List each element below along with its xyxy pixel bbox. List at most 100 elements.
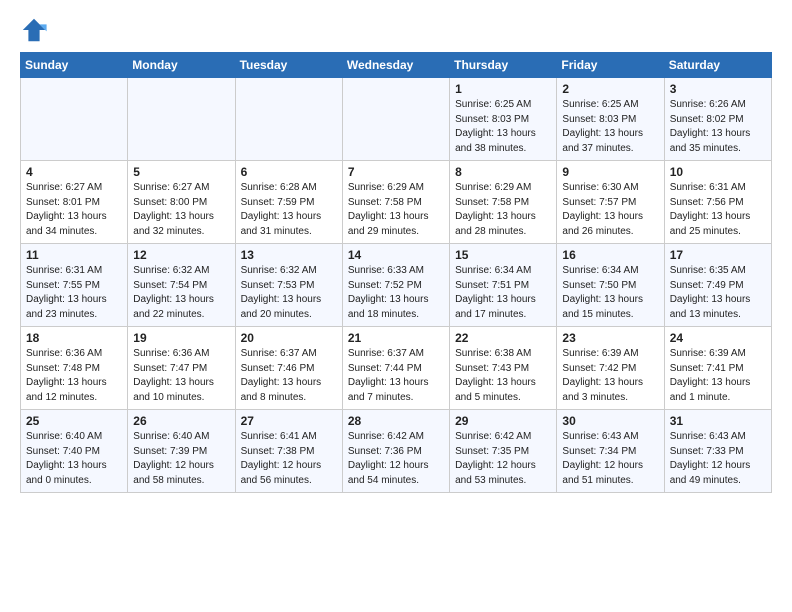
column-header-friday: Friday (557, 53, 664, 78)
day-number: 30 (562, 414, 658, 428)
day-info: Sunrise: 6:29 AM Sunset: 7:58 PM Dayligh… (455, 181, 551, 239)
calendar-cell: 27 Sunrise: 6:41 AM Sunset: 7:38 PM Dayli… (235, 410, 342, 493)
day-number: 11 (26, 248, 122, 262)
calendar-week-row: 11 Sunrise: 6:31 AM Sunset: 7:55 PM Dayli… (21, 244, 772, 327)
calendar-cell: 19 Sunrise: 6:36 AM Sunset: 7:47 PM Dayli… (128, 327, 235, 410)
calendar-cell: 29Sunrise: 6:42 AM Sunset: 7:35 PM Dayli… (450, 410, 557, 493)
day-info: Sunrise: 6:32 AM Sunset: 7:54 PM Dayligh… (133, 264, 229, 322)
calendar-week-row: 18Sunrise: 6:36 AM Sunset: 7:48 PM Dayli… (21, 327, 772, 410)
day-info: Sunrise: 6:39 AM Sunset: 7:41 PM Dayligh… (670, 347, 766, 405)
calendar-cell: 26 Sunrise: 6:40 AM Sunset: 7:39 PM Dayli… (128, 410, 235, 493)
day-info: Sunrise: 6:40 AM Sunset: 7:40 PM Dayligh… (26, 430, 122, 488)
day-info: Sunrise: 6:30 AM Sunset: 7:57 PM Dayligh… (562, 181, 658, 239)
day-number: 8 (455, 165, 551, 179)
day-info: Sunrise: 6:40 AM Sunset: 7:39 PM Dayligh… (133, 430, 229, 488)
column-header-monday: Monday (128, 53, 235, 78)
calendar-cell (128, 78, 235, 161)
calendar-cell: 9 Sunrise: 6:30 AM Sunset: 7:57 PM Daylig… (557, 161, 664, 244)
column-header-tuesday: Tuesday (235, 53, 342, 78)
day-info: Sunrise: 6:41 AM Sunset: 7:38 PM Dayligh… (241, 430, 337, 488)
day-number: 14 (348, 248, 444, 262)
day-number: 25 (26, 414, 122, 428)
calendar-cell: 24 Sunrise: 6:39 AM Sunset: 7:41 PM Dayli… (664, 327, 771, 410)
calendar-week-row: 1 Sunrise: 6:25 AM Sunset: 8:03 PM Daylig… (21, 78, 772, 161)
day-number: 16 (562, 248, 658, 262)
day-number: 22 (455, 331, 551, 345)
logo (20, 16, 52, 44)
day-info: Sunrise: 6:28 AM Sunset: 7:59 PM Dayligh… (241, 181, 337, 239)
day-number: 21 (348, 331, 444, 345)
calendar-cell: 10 Sunrise: 6:31 AM Sunset: 7:56 PM Dayli… (664, 161, 771, 244)
calendar-cell: 17Sunrise: 6:35 AM Sunset: 7:49 PM Dayli… (664, 244, 771, 327)
column-header-thursday: Thursday (450, 53, 557, 78)
day-info: Sunrise: 6:26 AM Sunset: 8:02 PM Dayligh… (670, 98, 766, 156)
column-header-saturday: Saturday (664, 53, 771, 78)
day-info: Sunrise: 6:42 AM Sunset: 7:36 PM Dayligh… (348, 430, 444, 488)
day-info: Sunrise: 6:39 AM Sunset: 7:42 PM Dayligh… (562, 347, 658, 405)
calendar-cell: 3 Sunrise: 6:26 AM Sunset: 8:02 PM Daylig… (664, 78, 771, 161)
day-info: Sunrise: 6:43 AM Sunset: 7:33 PM Dayligh… (670, 430, 766, 488)
calendar-cell: 2 Sunrise: 6:25 AM Sunset: 8:03 PM Daylig… (557, 78, 664, 161)
day-info: Sunrise: 6:27 AM Sunset: 8:01 PM Dayligh… (26, 181, 122, 239)
calendar-cell (235, 78, 342, 161)
day-info: Sunrise: 6:36 AM Sunset: 7:47 PM Dayligh… (133, 347, 229, 405)
day-number: 13 (241, 248, 337, 262)
day-number: 4 (26, 165, 122, 179)
calendar-cell: 8 Sunrise: 6:29 AM Sunset: 7:58 PM Daylig… (450, 161, 557, 244)
calendar-week-row: 4 Sunrise: 6:27 AM Sunset: 8:01 PM Daylig… (21, 161, 772, 244)
day-info: Sunrise: 6:37 AM Sunset: 7:46 PM Dayligh… (241, 347, 337, 405)
day-number: 20 (241, 331, 337, 345)
day-number: 28 (348, 414, 444, 428)
day-number: 1 (455, 82, 551, 96)
day-info: Sunrise: 6:25 AM Sunset: 8:03 PM Dayligh… (562, 98, 658, 156)
calendar-cell (342, 78, 449, 161)
calendar-cell: 28 Sunrise: 6:42 AM Sunset: 7:36 PM Dayli… (342, 410, 449, 493)
day-number: 10 (670, 165, 766, 179)
day-number: 6 (241, 165, 337, 179)
day-number: 29 (455, 414, 551, 428)
day-info: Sunrise: 6:37 AM Sunset: 7:44 PM Dayligh… (348, 347, 444, 405)
day-info: Sunrise: 6:29 AM Sunset: 7:58 PM Dayligh… (348, 181, 444, 239)
day-number: 24 (670, 331, 766, 345)
calendar-cell: 18Sunrise: 6:36 AM Sunset: 7:48 PM Dayli… (21, 327, 128, 410)
day-number: 19 (133, 331, 229, 345)
day-number: 9 (562, 165, 658, 179)
day-info: Sunrise: 6:33 AM Sunset: 7:52 PM Dayligh… (348, 264, 444, 322)
calendar-cell: 4 Sunrise: 6:27 AM Sunset: 8:01 PM Daylig… (21, 161, 128, 244)
day-number: 3 (670, 82, 766, 96)
calendar-cell: 1 Sunrise: 6:25 AM Sunset: 8:03 PM Daylig… (450, 78, 557, 161)
day-info: Sunrise: 6:34 AM Sunset: 7:50 PM Dayligh… (562, 264, 658, 322)
day-info: Sunrise: 6:32 AM Sunset: 7:53 PM Dayligh… (241, 264, 337, 322)
day-info: Sunrise: 6:31 AM Sunset: 7:56 PM Dayligh… (670, 181, 766, 239)
column-header-sunday: Sunday (21, 53, 128, 78)
calendar-cell: 21 Sunrise: 6:37 AM Sunset: 7:44 PM Dayli… (342, 327, 449, 410)
day-number: 26 (133, 414, 229, 428)
day-info: Sunrise: 6:27 AM Sunset: 8:00 PM Dayligh… (133, 181, 229, 239)
calendar-week-row: 25 Sunrise: 6:40 AM Sunset: 7:40 PM Dayli… (21, 410, 772, 493)
day-info: Sunrise: 6:43 AM Sunset: 7:34 PM Dayligh… (562, 430, 658, 488)
day-info: Sunrise: 6:31 AM Sunset: 7:55 PM Dayligh… (26, 264, 122, 322)
day-number: 31 (670, 414, 766, 428)
day-number: 12 (133, 248, 229, 262)
page-header (20, 16, 772, 44)
day-info: Sunrise: 6:34 AM Sunset: 7:51 PM Dayligh… (455, 264, 551, 322)
day-number: 7 (348, 165, 444, 179)
column-header-wednesday: Wednesday (342, 53, 449, 78)
calendar-cell: 25 Sunrise: 6:40 AM Sunset: 7:40 PM Dayli… (21, 410, 128, 493)
day-number: 27 (241, 414, 337, 428)
day-info: Sunrise: 6:25 AM Sunset: 8:03 PM Dayligh… (455, 98, 551, 156)
day-number: 2 (562, 82, 658, 96)
logo-icon (20, 16, 48, 44)
calendar-cell: 11 Sunrise: 6:31 AM Sunset: 7:55 PM Dayli… (21, 244, 128, 327)
calendar-cell: 6 Sunrise: 6:28 AM Sunset: 7:59 PM Daylig… (235, 161, 342, 244)
day-number: 15 (455, 248, 551, 262)
day-number: 5 (133, 165, 229, 179)
calendar-header-row: SundayMondayTuesdayWednesdayThursdayFrid… (21, 53, 772, 78)
calendar-cell: 23Sunrise: 6:39 AM Sunset: 7:42 PM Dayli… (557, 327, 664, 410)
day-info: Sunrise: 6:38 AM Sunset: 7:43 PM Dayligh… (455, 347, 551, 405)
calendar-table: SundayMondayTuesdayWednesdayThursdayFrid… (20, 52, 772, 493)
calendar-cell: 16 Sunrise: 6:34 AM Sunset: 7:50 PM Dayli… (557, 244, 664, 327)
day-info: Sunrise: 6:35 AM Sunset: 7:49 PM Dayligh… (670, 264, 766, 322)
calendar-cell: 13 Sunrise: 6:32 AM Sunset: 7:53 PM Dayli… (235, 244, 342, 327)
calendar-cell: 7 Sunrise: 6:29 AM Sunset: 7:58 PM Daylig… (342, 161, 449, 244)
